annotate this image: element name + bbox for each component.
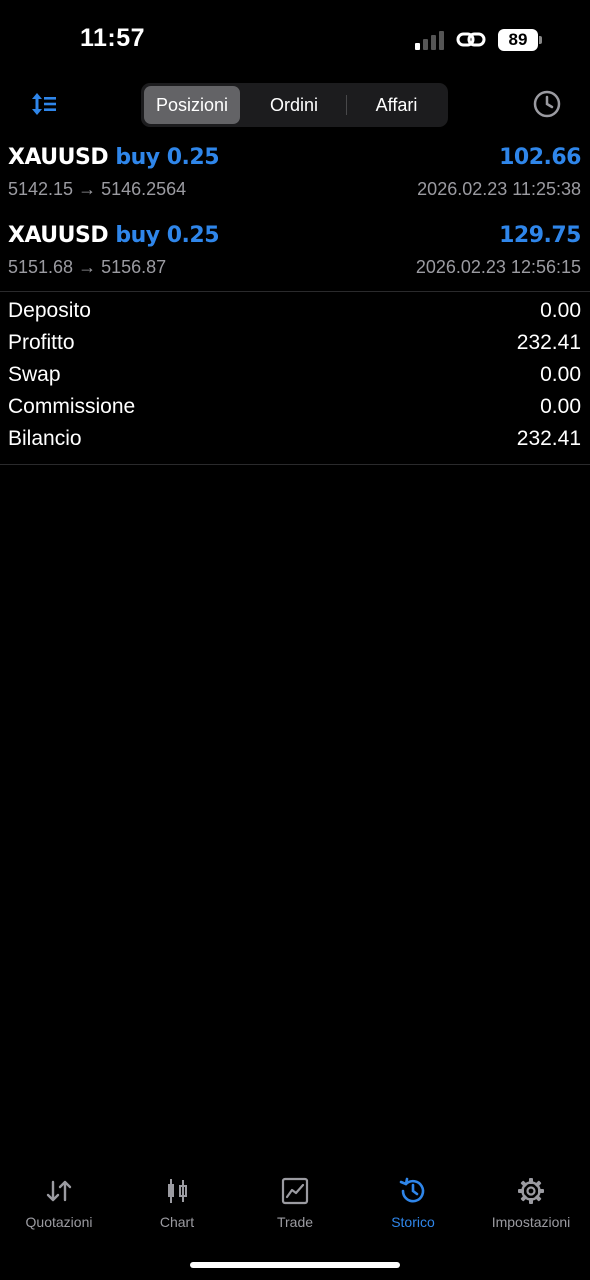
summary-section: Deposito 0.00 Profitto 232.41 Swap 0.00 …	[0, 297, 590, 457]
trade-title: XAUUSD buy 0.25	[8, 223, 220, 248]
status-bar: 11:57 89	[0, 0, 590, 80]
summary-value: 0.00	[540, 395, 581, 418]
trade-prices: 5151.68 → 5156.87	[8, 257, 167, 277]
tab-chart[interactable]: Chart	[118, 1170, 236, 1240]
summary-row-profitto: Profitto 232.41	[0, 329, 590, 361]
trade-row[interactable]: XAUUSD buy 0.25 102.66 5142.15 → 5146.25…	[0, 145, 590, 215]
tab-posizioni[interactable]: Posizioni	[144, 86, 240, 124]
trade-title: XAUUSD buy 0.25	[8, 145, 220, 170]
summary-label: Profitto	[8, 331, 75, 354]
summary-label: Swap	[8, 363, 61, 386]
tab-quotazioni[interactable]: Quotazioni	[0, 1170, 118, 1240]
summary-label: Bilancio	[8, 427, 82, 450]
cellular-signal-icon	[415, 30, 444, 50]
battery-icon: 89	[498, 29, 542, 51]
quotes-arrows-icon	[46, 1180, 72, 1202]
trade-chart-icon	[281, 1177, 309, 1205]
summary-row-swap: Swap 0.00	[0, 361, 590, 393]
tab-storico[interactable]: Storico	[354, 1170, 472, 1240]
section-divider	[0, 291, 590, 292]
trade-symbol: XAUUSD	[8, 145, 109, 170]
summary-value: 232.41	[516, 331, 581, 354]
trade-time: 2026.02.23 11:25:38	[417, 179, 581, 199]
tab-label: Chart	[159, 1214, 195, 1230]
summary-row-commissione: Commissione 0.00	[0, 393, 590, 425]
toolbar: Posizioni Ordini Affari	[0, 80, 590, 130]
trade-symbol: XAUUSD	[8, 223, 109, 248]
tab-impostazioni[interactable]: Impostazioni	[472, 1170, 590, 1240]
tab-label: Impostazioni	[491, 1214, 571, 1230]
summary-value: 0.00	[540, 299, 581, 322]
trade-profit: 129.75	[499, 223, 581, 248]
trade-prices: 5142.15 → 5146.2564	[8, 179, 187, 199]
link-icon	[456, 32, 486, 47]
status-time: 11:57	[80, 24, 146, 52]
trade-direction: buy 0.25	[115, 145, 220, 170]
summary-label: Deposito	[8, 299, 91, 322]
segment-divider	[346, 95, 347, 115]
tab-ordini[interactable]: Ordini	[244, 86, 344, 124]
tab-affari[interactable]: Affari	[348, 86, 445, 124]
summary-label: Commissione	[8, 395, 136, 418]
clock-history-icon[interactable]	[532, 89, 562, 119]
home-indicator	[190, 1262, 400, 1268]
tab-trade[interactable]: Trade	[236, 1170, 354, 1240]
trade-time: 2026.02.23 12:56:15	[415, 257, 581, 277]
summary-row-deposito: Deposito 0.00	[0, 297, 590, 329]
tab-label: Quotazioni	[25, 1214, 93, 1230]
summary-value: 232.41	[516, 427, 581, 450]
sort-icon[interactable]	[30, 90, 58, 118]
bottom-tab-bar: Quotazioni Chart Trade Storico Impostazi…	[0, 1170, 590, 1240]
segmented-control: Posizioni Ordini Affari	[141, 83, 448, 127]
battery-level: 89	[498, 29, 538, 51]
status-icons: 89	[415, 27, 542, 53]
candlestick-chart-icon	[168, 1179, 187, 1203]
summary-row-bilancio: Bilancio 232.41	[0, 425, 590, 457]
section-divider	[0, 464, 590, 465]
tab-label: Trade	[276, 1214, 314, 1230]
trade-direction: buy 0.25	[115, 223, 220, 248]
trade-profit: 102.66	[499, 145, 581, 170]
settings-gear-icon	[518, 1178, 544, 1204]
trade-row[interactable]: XAUUSD buy 0.25 129.75 5151.68 → 5156.87…	[0, 223, 590, 293]
summary-value: 0.00	[540, 363, 581, 386]
tab-label: Storico	[391, 1214, 435, 1230]
history-icon	[399, 1177, 425, 1203]
